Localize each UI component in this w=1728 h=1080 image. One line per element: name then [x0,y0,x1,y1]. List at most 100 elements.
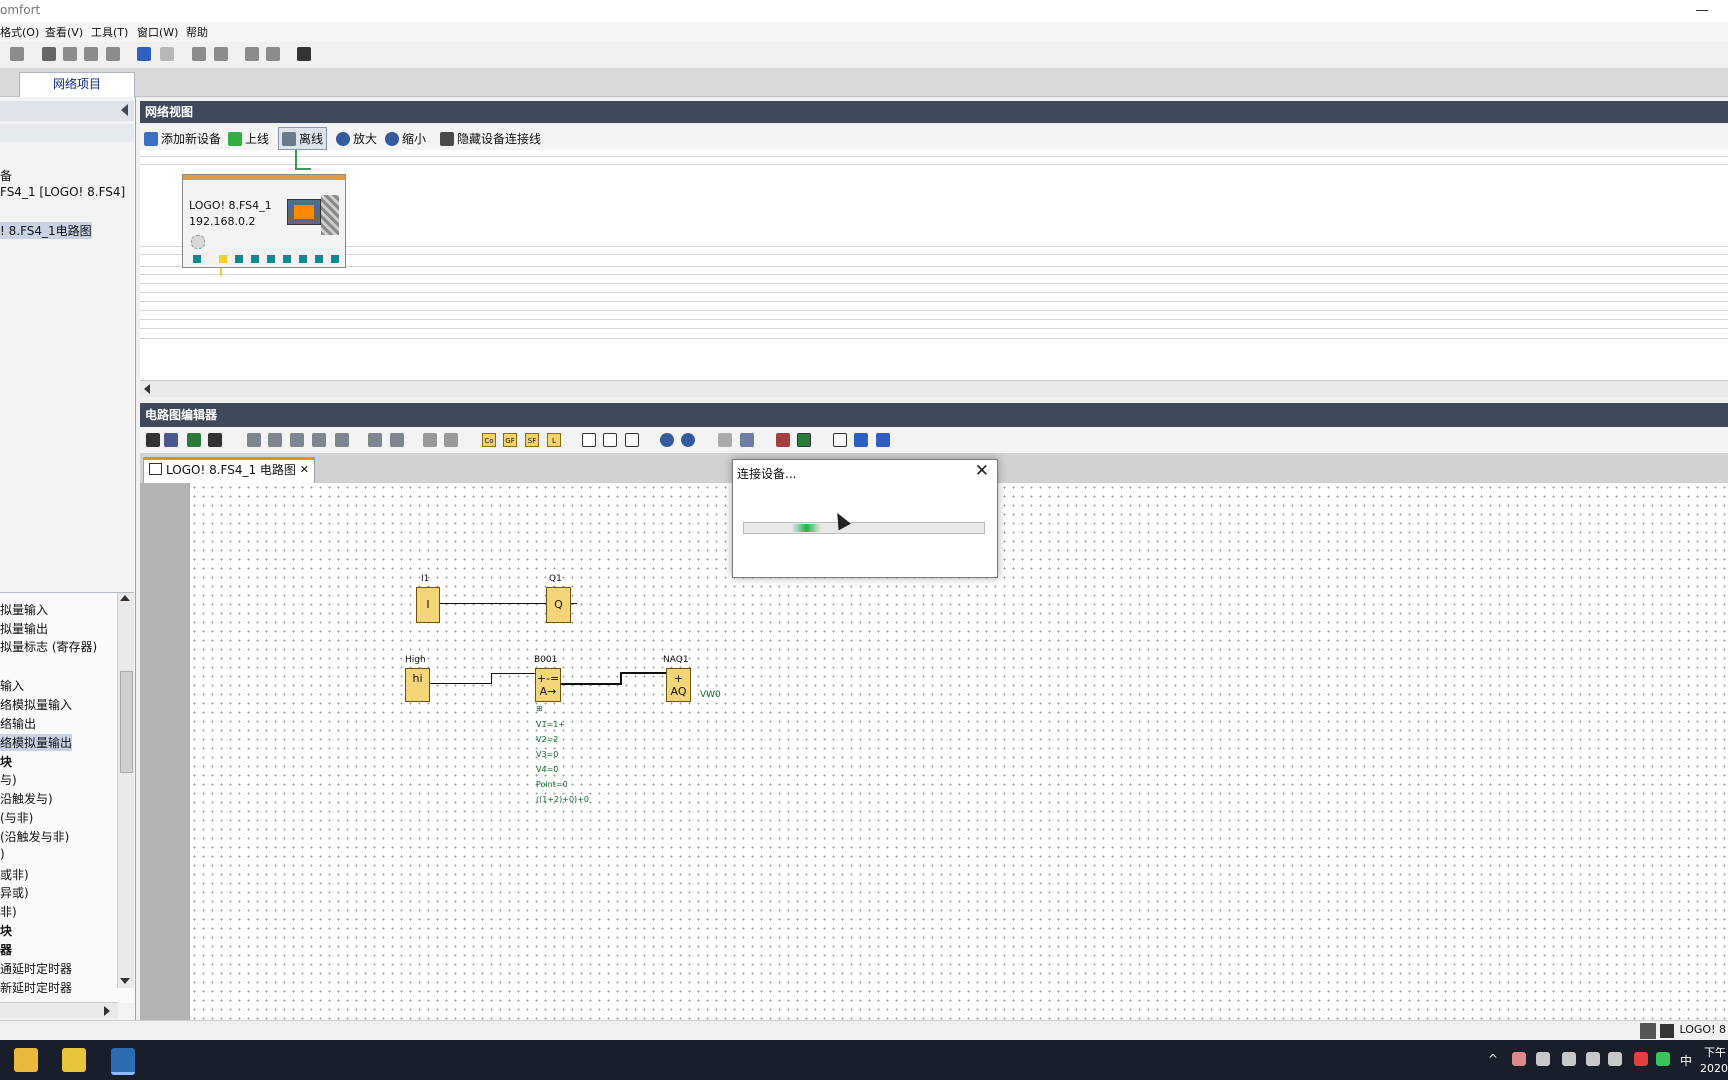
library-item[interactable]: (与非) [0,809,33,826]
antivirus-icon[interactable] [1634,1052,1648,1066]
scroll-up-icon[interactable] [120,595,130,601]
undo-icon[interactable] [137,47,151,61]
copy-icon[interactable] [84,47,98,61]
ime-indicator[interactable]: 中 [1680,1052,1692,1069]
tray-usb-icon[interactable] [1536,1052,1550,1066]
tab-circuit-diagram[interactable]: LOGO! 8.FS4_1 电路图 ✕ [143,457,315,483]
align-icon[interactable] [335,433,349,447]
close-tab-icon[interactable]: ✕ [300,458,309,482]
math-block-b001[interactable]: +-= A→ [535,668,561,702]
layout2-icon[interactable] [266,47,280,61]
network-horizontal-scrollbar[interactable] [140,380,1728,397]
menu-view[interactable]: 查看(V) [45,24,83,40]
align-icon[interactable] [268,433,282,447]
add-device-button[interactable]: 添加新设备 [144,130,221,147]
select-tool-icon[interactable] [146,433,160,447]
menu-window[interactable]: 窗口(W) [137,24,178,40]
scroll-down-icon[interactable] [120,978,130,984]
scroll-thumb[interactable] [120,671,133,773]
offline-button[interactable]: 离线 [278,127,328,150]
network-canvas[interactable] [140,150,1728,380]
library-item[interactable]: 异或) [0,884,29,901]
align-right-icon[interactable] [214,47,228,61]
dialog-close-icon[interactable]: ✕ [975,461,989,481]
library-item[interactable]: 沿触发与) [0,790,53,807]
help-app-icon[interactable] [62,1048,86,1072]
zoom-out-button[interactable]: 缩小 [385,130,426,147]
clock-time[interactable]: 下午 [1704,1044,1726,1060]
triple-view-icon[interactable] [625,433,639,447]
gf-block-button[interactable]: GF [503,433,517,447]
library-category[interactable]: 块 [0,922,12,939]
constant-tool-icon[interactable] [187,433,201,447]
join-wire-icon[interactable] [390,433,404,447]
library-item[interactable]: 络输出 [0,715,36,732]
minimize-icon[interactable] [1696,10,1708,11]
tray-chevron-icon[interactable]: ^ [1488,1052,1502,1066]
library-item[interactable]: ) [0,847,5,861]
paste-icon[interactable] [106,47,120,61]
collapse-left-icon[interactable] [121,104,128,116]
battery-icon[interactable] [1562,1052,1576,1066]
library-item[interactable]: 与) [0,771,17,788]
sf-block-button[interactable]: SF [525,433,539,447]
library-vertical-scrollbar[interactable] [117,593,134,988]
library-item[interactable]: 拟量标志 (寄存器) [0,638,97,655]
output-block-q1[interactable]: Q [546,587,571,623]
library-item[interactable]: 非) [0,903,17,920]
scroll-right-icon[interactable] [104,1006,110,1016]
logo-soft-comfort-icon[interactable] [111,1048,135,1075]
library-item[interactable]: (沿触发与非) [0,828,69,845]
print-icon[interactable] [10,47,24,61]
input-block-i1[interactable]: I [416,587,440,623]
library-item[interactable]: 输入 [0,677,24,694]
menu-help[interactable]: 帮助 [186,24,208,40]
co-block-button[interactable]: Co [482,433,496,447]
edit-icon[interactable] [718,433,732,447]
library-item[interactable]: 拟量输出 [0,620,48,637]
simulation-icon[interactable] [776,433,790,447]
upload-icon[interactable] [854,433,868,447]
library-item[interactable]: 通延时定时器 [0,960,72,977]
menu-tools[interactable]: 工具(T) [91,24,128,40]
file-explorer-icon[interactable] [14,1048,38,1072]
single-view-icon[interactable] [582,433,596,447]
online-test-icon[interactable] [797,433,811,447]
redo-icon[interactable] [160,47,174,61]
redo-icon[interactable] [444,433,458,447]
library-item-selected[interactable]: 络模拟量输出 [0,734,73,751]
library-item[interactable]: 新延时定时器 [0,979,72,996]
library-category[interactable]: 块 [0,753,12,770]
tree-item-devices[interactable]: 备 [0,167,12,184]
tab-network-project[interactable]: 网络项目 [19,72,135,97]
network-analog-output-naq1[interactable]: + AQ [666,668,691,702]
split-view-icon[interactable] [603,433,617,447]
delete-icon[interactable] [42,47,56,61]
layout-icon[interactable] [245,47,259,61]
library-item[interactable]: 或非) [0,866,29,883]
library-category[interactable]: 器 [0,941,12,958]
zoom-out-icon[interactable] [681,433,695,447]
volume-icon[interactable] [1608,1052,1622,1066]
undo-icon[interactable] [423,433,437,447]
align-icon[interactable] [247,433,261,447]
hide-connections-button[interactable]: 隐藏设备连接线 [440,130,541,147]
wifi-icon[interactable] [1586,1052,1600,1066]
tree-item-device[interactable]: FS4_1 [LOGO! 8.FS4] [0,185,125,199]
help-cursor-icon[interactable] [297,47,311,61]
zoom-in-button[interactable]: 放大 [336,130,377,147]
tray-app-icon[interactable] [1512,1052,1526,1066]
online-button[interactable]: 上线 [228,130,269,147]
library-item[interactable]: 络模拟量输入 [0,696,72,713]
text-tool-icon[interactable] [208,433,222,447]
connector-icon[interactable] [833,433,847,447]
align-icon[interactable] [312,433,326,447]
library-item[interactable]: 拟量输入 [0,601,48,618]
grid-icon[interactable] [740,433,754,447]
cut-icon[interactable] [63,47,77,61]
cut-wire-icon[interactable] [368,433,382,447]
logo-device-card[interactable]: LOGO! 8.FS4_1 192.168.0.2 [182,174,346,268]
library-horizontal-scrollbar[interactable] [0,1002,118,1018]
constant-block-high[interactable]: hi [405,668,430,702]
scroll-left-icon[interactable] [144,384,150,394]
